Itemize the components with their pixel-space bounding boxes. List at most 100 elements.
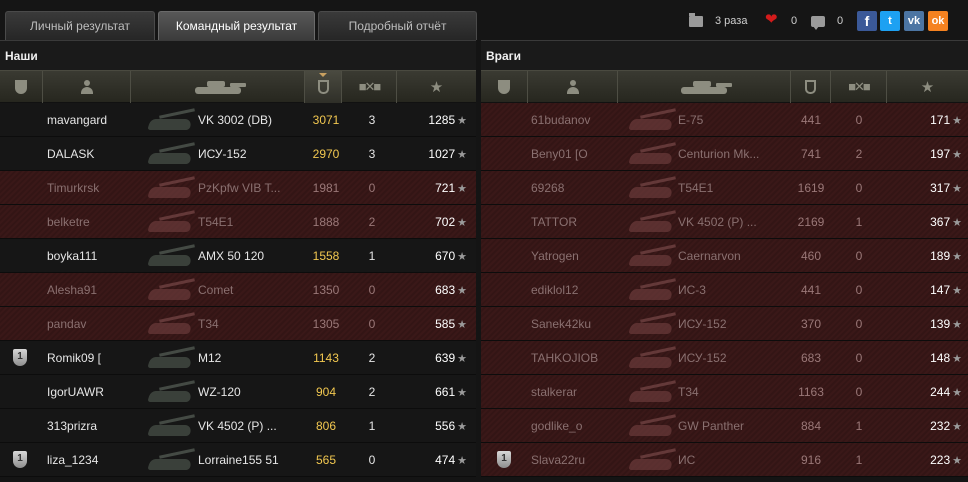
player-name[interactable]: Slava22ru <box>531 443 631 477</box>
damage-value: 2169 <box>797 215 825 229</box>
player-name[interactable]: 313prizra <box>47 409 147 443</box>
star-icon: ★ <box>952 149 962 161</box>
tab-team-result[interactable]: Командный результат <box>158 11 315 40</box>
tank-thumbnail-icon <box>145 344 197 372</box>
player-column-header[interactable] <box>528 71 618 103</box>
allies-table: mavangard VK 3002 (DB) 3071 3 1285 ★ DALASK ИСУ… <box>0 103 476 477</box>
player-row[interactable]: 1 Romik09 [M12 1143 2 639 ★ <box>0 341 476 375</box>
kills-column-header[interactable]: ■✕■ <box>831 71 887 103</box>
player-name[interactable]: 69268 <box>531 171 631 205</box>
points-value: 721 <box>435 181 456 195</box>
player-name[interactable]: Alesha91 <box>47 273 147 307</box>
player-row[interactable]: TAHKOJIOB ИСУ-152 683 0 148 ★ <box>481 341 968 375</box>
points-value: 148 <box>930 351 951 365</box>
kills-value: 3 <box>368 113 376 127</box>
damage-value: 1619 <box>797 181 825 195</box>
vehicle-column-header[interactable] <box>618 71 791 103</box>
player-row[interactable]: Yatrogen Caernarvon 460 0 189 ★ <box>481 239 968 273</box>
clan-column-header[interactable] <box>0 71 43 103</box>
twitter-share-icon[interactable]: t <box>880 11 900 31</box>
platoon-badge-icon: 1 <box>13 349 27 366</box>
odnoklassniki-share-icon[interactable]: ok <box>928 11 948 31</box>
player-name[interactable]: pandav <box>47 307 147 341</box>
vehicle-column-header[interactable] <box>131 71 305 103</box>
vk-share-icon[interactable]: vk <box>904 11 924 31</box>
player-row[interactable]: Sanek42ku ИСУ-152 370 0 139 ★ <box>481 307 968 341</box>
player-row[interactable]: Alesha91 Comet 1350 0 683 ★ <box>0 273 476 307</box>
player-name[interactable]: godlike_o <box>531 409 631 443</box>
points-value: 244 <box>930 385 951 399</box>
player-name[interactable]: Sanek42ku <box>531 307 631 341</box>
tank-icon <box>679 80 729 94</box>
star-icon: ★ <box>952 455 962 467</box>
vehicle-name: E-75 <box>678 113 704 127</box>
player-row[interactable]: 1 liza_1234 Lorraine155 51 565 0 474 ★ <box>0 443 476 477</box>
player-row[interactable]: mavangard VK 3002 (DB) 3071 3 1285 ★ <box>0 103 476 137</box>
damage-value: 884 <box>800 419 822 433</box>
player-name[interactable]: stalkerar <box>531 375 631 409</box>
player-row[interactable]: boyka111 AMX 50 120 1558 1 670 ★ <box>0 239 476 273</box>
points-column-header[interactable]: ★ <box>887 71 968 103</box>
star-icon: ★ <box>920 79 935 96</box>
points-cell: 147 ★ <box>885 273 968 307</box>
player-name[interactable]: mavangard <box>47 103 147 137</box>
player-column-header[interactable] <box>43 71 131 103</box>
player-row[interactable]: TATTOR VK 4502 (P) ... 2169 1 367 ★ <box>481 205 968 239</box>
player-name[interactable]: TAHKOJIOB <box>531 341 631 375</box>
player-row[interactable]: godlike_o GW Panther 884 1 232 ★ <box>481 409 968 443</box>
star-icon: ★ <box>457 217 467 229</box>
heart-icon[interactable]: ❤ <box>765 10 778 28</box>
damage-column-header[interactable] <box>791 71 831 103</box>
player-row[interactable]: ediklol12 ИС-3 441 0 147 ★ <box>481 273 968 307</box>
player-name[interactable]: Beny01 [O <box>531 137 631 171</box>
player-name[interactable]: boyka111 <box>47 239 147 273</box>
player-row[interactable]: DALASK ИСУ-152 2970 3 1027 ★ <box>0 137 476 171</box>
player-name[interactable]: Romik09 [ <box>47 341 147 375</box>
player-name[interactable]: IgorUAWR <box>47 375 147 409</box>
speech-bubble-icon[interactable] <box>811 16 825 30</box>
player-row[interactable]: stalkerar T34 1163 0 244 ★ <box>481 375 968 409</box>
star-icon: ★ <box>457 285 467 297</box>
player-row[interactable]: 69268 T54E1 1619 0 317 ★ <box>481 171 968 205</box>
facebook-share-icon[interactable]: f <box>857 11 877 31</box>
player-name[interactable]: DALASK <box>47 137 147 171</box>
damage-value: 683 <box>800 351 822 365</box>
kills-value: 1 <box>855 419 863 433</box>
kills-value: 3 <box>368 147 376 161</box>
player-row[interactable]: 1 Slava22ru ИС 916 1 223 ★ <box>481 443 968 477</box>
player-row[interactable]: pandav T34 1305 0 585 ★ <box>0 307 476 341</box>
player-name[interactable]: ediklol12 <box>531 273 631 307</box>
player-name[interactable]: Yatrogen <box>531 239 631 273</box>
points-cell: 556 ★ <box>397 409 473 443</box>
tank-thumbnail-icon <box>626 208 678 236</box>
damage-column-header[interactable] <box>305 71 342 103</box>
vehicle-name: ИС <box>678 453 696 467</box>
tank-thumbnail-icon <box>626 140 678 168</box>
player-name[interactable]: liza_1234 <box>47 443 147 477</box>
enemies-title: Враги <box>481 41 968 70</box>
player-name[interactable]: belketre <box>47 205 147 239</box>
points-value: 139 <box>930 317 951 331</box>
player-name[interactable]: 61budanov <box>531 103 631 137</box>
player-row[interactable]: Timurkrsk PzKpfw VIB T... 1981 0 721 ★ <box>0 171 476 205</box>
points-column-header[interactable]: ★ <box>397 71 476 103</box>
star-icon: ★ <box>457 251 467 263</box>
player-name[interactable]: Timurkrsk <box>47 171 147 205</box>
points-cell: 244 ★ <box>885 375 968 409</box>
vehicle-name: ИСУ-152 <box>678 351 727 365</box>
player-name[interactable]: TATTOR <box>531 205 631 239</box>
clan-column-header[interactable] <box>481 71 528 103</box>
kills-column-header[interactable]: ■✕■ <box>342 71 397 103</box>
points-value: 556 <box>435 419 456 433</box>
points-value: 367 <box>930 215 951 229</box>
tab-personal-result[interactable]: Личный результат <box>5 11 155 40</box>
player-row[interactable]: belketre T54E1 1888 2 702 ★ <box>0 205 476 239</box>
vehicle-name: VK 3002 (DB) <box>198 113 273 127</box>
player-row[interactable]: IgorUAWR WZ-120 904 2 661 ★ <box>0 375 476 409</box>
points-cell: 639 ★ <box>397 341 473 375</box>
tab-detailed-report[interactable]: Подробный отчёт <box>318 11 477 40</box>
points-value: 317 <box>930 181 951 195</box>
player-row[interactable]: Beny01 [O Centurion Mk... 741 2 197 ★ <box>481 137 968 171</box>
player-row[interactable]: 61budanov E-75 441 0 171 ★ <box>481 103 968 137</box>
player-row[interactable]: 313prizra VK 4502 (P) ... 806 1 556 ★ <box>0 409 476 443</box>
